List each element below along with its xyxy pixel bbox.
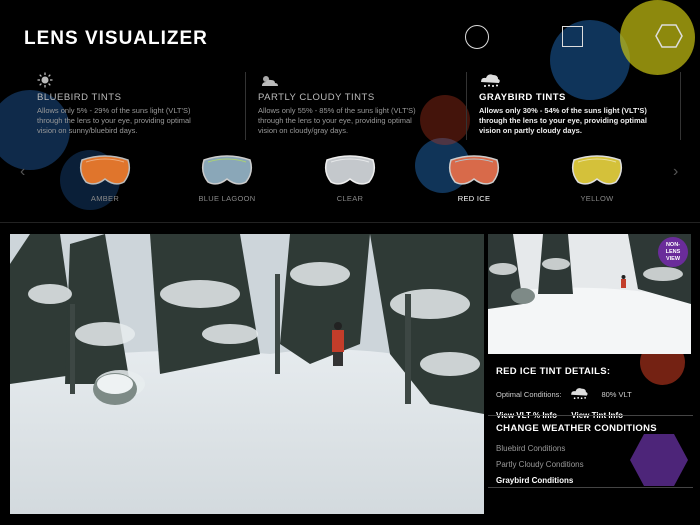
goggle-lens-icon	[324, 155, 376, 185]
lens-clear[interactable]: CLEAR	[321, 154, 379, 203]
lens-view-image	[10, 234, 484, 514]
divider	[680, 72, 681, 140]
square-icon[interactable]	[562, 26, 583, 47]
badge-text: NON-	[665, 241, 681, 248]
hexagon-icon[interactable]	[655, 22, 683, 50]
lens-amber[interactable]: AMBER	[76, 154, 134, 203]
condition-description: Allows only 30% - 54% of the suns light …	[479, 106, 647, 135]
weather-heading: CHANGE WEATHER CONDITIONS	[496, 423, 657, 434]
circle-icon[interactable]	[465, 25, 489, 49]
lens-yellow[interactable]: YELLOW	[568, 154, 626, 203]
goggle-lens-icon	[571, 155, 623, 185]
lens-blue-lagoon[interactable]: BLUE LAGOON	[198, 154, 256, 203]
condition-description: Allows only 55% - 85% of the suns light …	[258, 106, 416, 135]
cloud-snow-icon	[479, 72, 500, 88]
divider	[488, 415, 693, 416]
sun-icon	[37, 72, 57, 88]
lens-label: AMBER	[90, 194, 120, 203]
badge-text: LENS	[665, 248, 681, 255]
lens-label: RED ICE	[457, 194, 491, 203]
badge-text: VIEW	[665, 255, 681, 262]
condition-name: PARTLY CLOUDY TINTS	[258, 92, 375, 103]
carousel-prev-icon[interactable]: ‹	[20, 163, 25, 181]
goggle-lens-icon	[79, 155, 131, 185]
non-lens-view-badge[interactable]: NON- LENS VIEW	[658, 237, 688, 267]
condition-partly-cloudy[interactable]: PARTLY CLOUDY TINTS Allows only 55% - 85…	[258, 72, 428, 140]
condition-name: BLUEBIRD TINTS	[37, 92, 122, 103]
lens-red-ice[interactable]: RED ICE	[445, 154, 503, 203]
goggle-lens-icon	[448, 155, 500, 185]
carousel-next-icon[interactable]: ›	[673, 163, 678, 181]
lens-label: CLEAR	[336, 194, 364, 203]
divider	[0, 222, 700, 223]
tint-details: RED ICE TINT DETAILS: Optimal Conditions…	[496, 366, 691, 420]
lens-label: BLUE LAGOON	[198, 194, 256, 203]
optimal-conditions-label: Optimal Conditions:	[496, 389, 562, 399]
divider	[488, 487, 693, 488]
divider	[466, 72, 467, 140]
hexagon-bokeh	[630, 434, 688, 486]
condition-bluebird[interactable]: BLUEBIRD TINTS Allows only 5% - 29% of t…	[37, 72, 207, 140]
vlt-value: 80% VLT	[601, 389, 632, 399]
lens-label: YELLOW	[580, 194, 614, 203]
condition-description: Allows only 5% - 29% of the suns light (…	[37, 106, 191, 135]
page-title: LENS VISUALIZER	[24, 28, 208, 49]
goggle-lens-icon	[201, 155, 253, 185]
condition-graybird[interactable]: GRAYBIRD TINTS Allows only 30% - 54% of …	[479, 72, 649, 140]
non-lens-view-image: NON- LENS VIEW	[488, 234, 691, 354]
tint-details-heading: RED ICE TINT DETAILS:	[496, 366, 611, 377]
partly-cloudy-icon	[258, 72, 278, 88]
divider	[245, 72, 246, 140]
cloud-snow-icon	[569, 386, 589, 402]
condition-name: GRAYBIRD TINTS	[479, 92, 566, 103]
